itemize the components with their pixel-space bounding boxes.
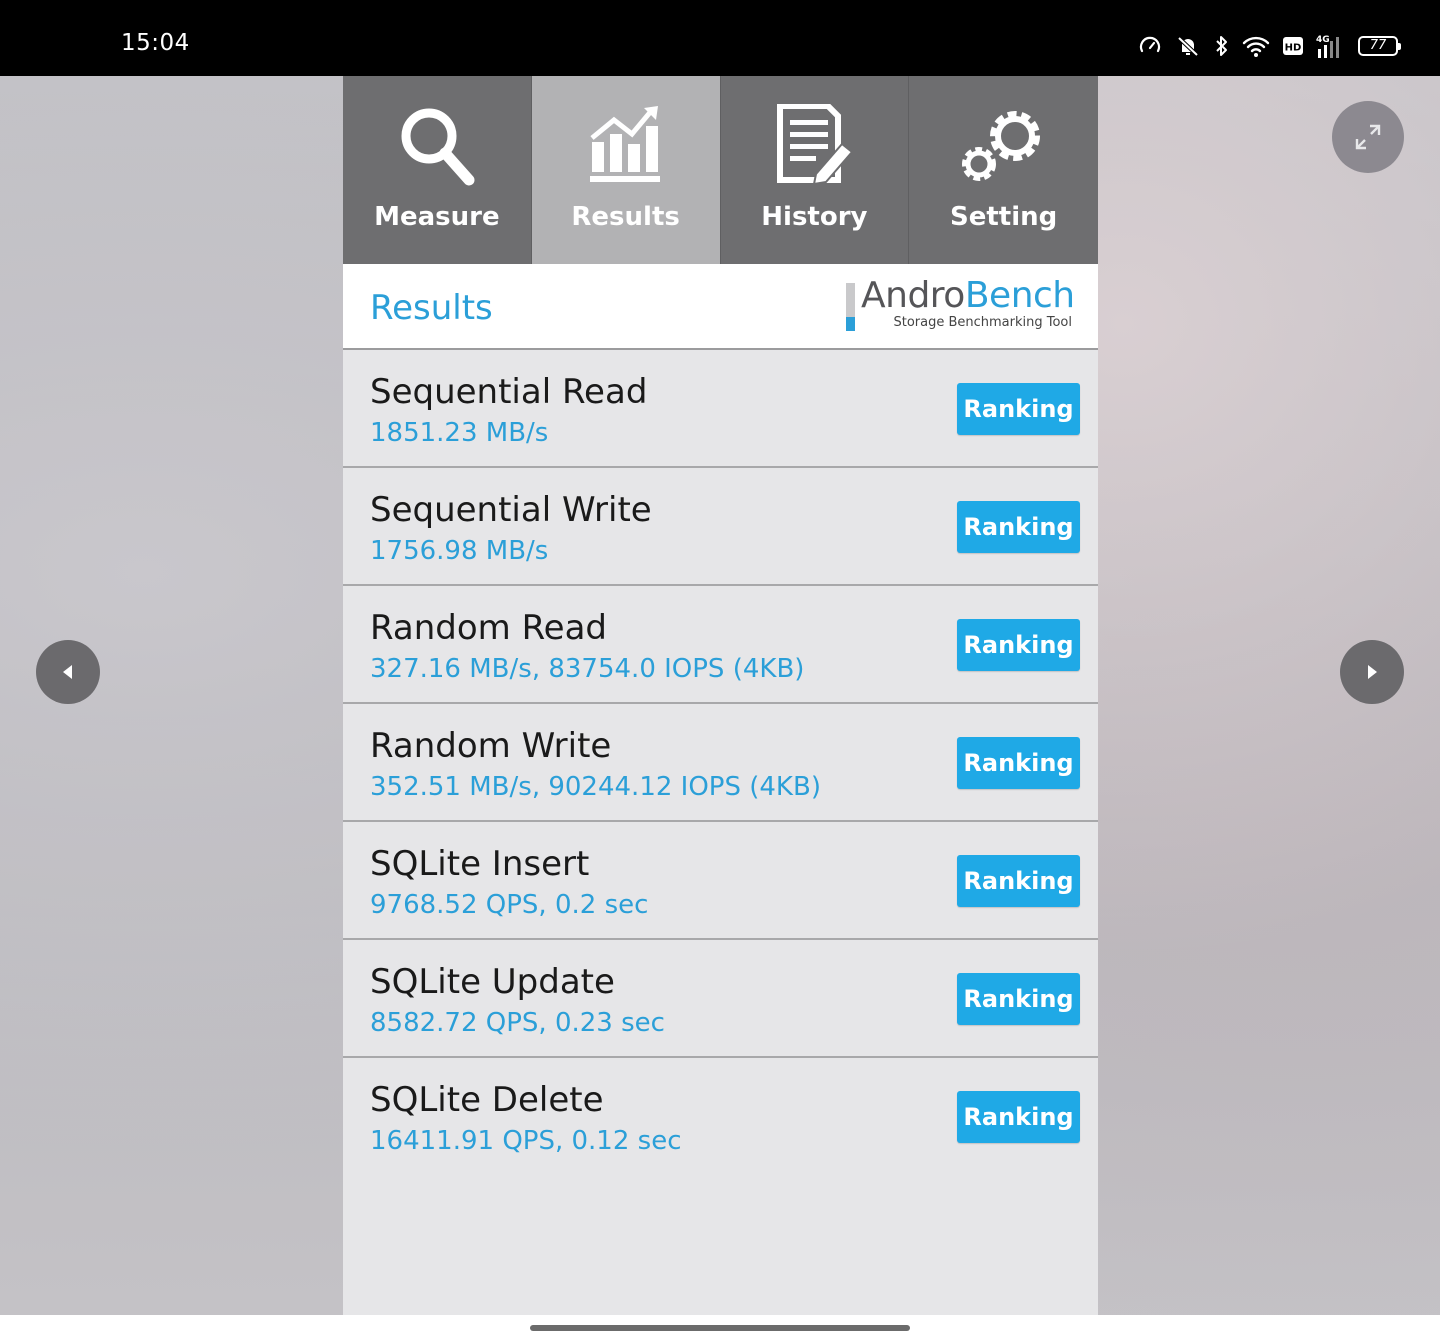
tab-bar: Measure Results History Setting [343,76,1098,264]
speedometer-icon [1139,36,1161,53]
result-value: 1756.98 MB/s [370,536,549,566]
ranking-button[interactable]: Ranking [957,619,1080,671]
result-row-sqlite-delete: SQLite Delete 16411.91 QPS, 0.12 sec Ran… [343,1058,1098,1176]
result-value: 1851.23 MB/s [370,418,549,448]
ranking-button[interactable]: Ranking [957,973,1080,1025]
battery-icon: 77 [1358,36,1401,56]
tab-history[interactable]: History [720,76,910,264]
result-name: Random Read [370,608,608,648]
ranking-button[interactable]: Ranking [957,383,1080,435]
tab-label: Results [571,202,680,232]
ranking-button[interactable]: Ranking [957,1091,1080,1143]
result-name: Random Write [370,726,612,766]
document-icon [777,104,854,186]
result-row-sequential-write: Sequential Write 1756.98 MB/s Ranking [343,468,1098,586]
tab-setting[interactable]: Setting [909,76,1098,264]
tab-results[interactable]: Results [531,76,721,264]
signal-4g-icon: 4G [1316,35,1339,58]
svg-text:4G: 4G [1316,35,1330,45]
magnifier-icon [401,108,475,186]
clock: 15:04 [121,30,190,56]
result-name: Sequential Write [370,490,652,530]
next-button[interactable] [1340,640,1404,704]
page-title: Results [370,288,493,328]
result-name: SQLite Insert [370,844,590,884]
androbench-logo: AndroBench Storage Benchmarking Tool [846,275,1075,333]
result-row-sqlite-update: SQLite Update 8582.72 QPS, 0.23 sec Rank… [343,940,1098,1058]
caret-right-icon [1368,665,1377,679]
result-row-sqlite-insert: SQLite Insert 9768.52 QPS, 0.2 sec Ranki… [343,822,1098,940]
previous-button[interactable] [36,640,100,704]
results-header: Results AndroBench Storage Benchmarking … [343,264,1098,350]
status-bar: 15:04 HD 4G 77 [0,0,1440,76]
ranking-button[interactable]: Ranking [957,501,1080,553]
result-row-random-read: Random Read 327.16 MB/s, 83754.0 IOPS (4… [343,586,1098,704]
logo-tagline: Storage Benchmarking Tool [893,315,1072,330]
wifi-icon [1242,36,1270,57]
hd-icon: HD [1283,37,1303,55]
results-list: Sequential Read 1851.23 MB/s Ranking Seq… [343,350,1098,1176]
result-value: 352.51 MB/s, 90244.12 IOPS (4KB) [370,772,821,802]
ranking-button[interactable]: Ranking [957,855,1080,907]
tab-label: History [761,202,868,232]
logo-bar-accent [846,317,855,331]
result-row-random-write: Random Write 352.51 MB/s, 90244.12 IOPS … [343,704,1098,822]
tab-measure[interactable]: Measure [343,76,532,264]
home-indicator[interactable] [530,1325,910,1331]
bluetooth-icon [1216,36,1227,56]
result-value: 8582.72 QPS, 0.23 sec [370,1008,665,1038]
result-row-sequential-read: Sequential Read 1851.23 MB/s Ranking [343,350,1098,468]
result-value: 16411.91 QPS, 0.12 sec [370,1126,682,1156]
logo-brand: AndroBench [861,275,1075,316]
gear-icon [961,111,1040,181]
result-name: SQLite Update [370,962,615,1002]
expand-icon [1355,124,1381,150]
result-name: Sequential Read [370,372,648,412]
svg-text:HD: HD [1285,43,1302,54]
ranking-button[interactable]: Ranking [957,737,1080,789]
status-icons: HD 4G 77 [1138,32,1401,60]
result-value: 327.16 MB/s, 83754.0 IOPS (4KB) [370,654,805,684]
fullscreen-button[interactable] [1332,101,1404,173]
tab-label: Setting [950,202,1058,232]
tab-label: Measure [374,202,500,232]
result-name: SQLite Delete [370,1080,604,1120]
mute-icon [1177,36,1199,57]
androbench-app: Measure Results History Setting Results … [343,76,1098,1315]
chart-icon [589,106,660,182]
caret-left-icon [63,665,72,679]
result-value: 9768.52 QPS, 0.2 sec [370,890,649,920]
